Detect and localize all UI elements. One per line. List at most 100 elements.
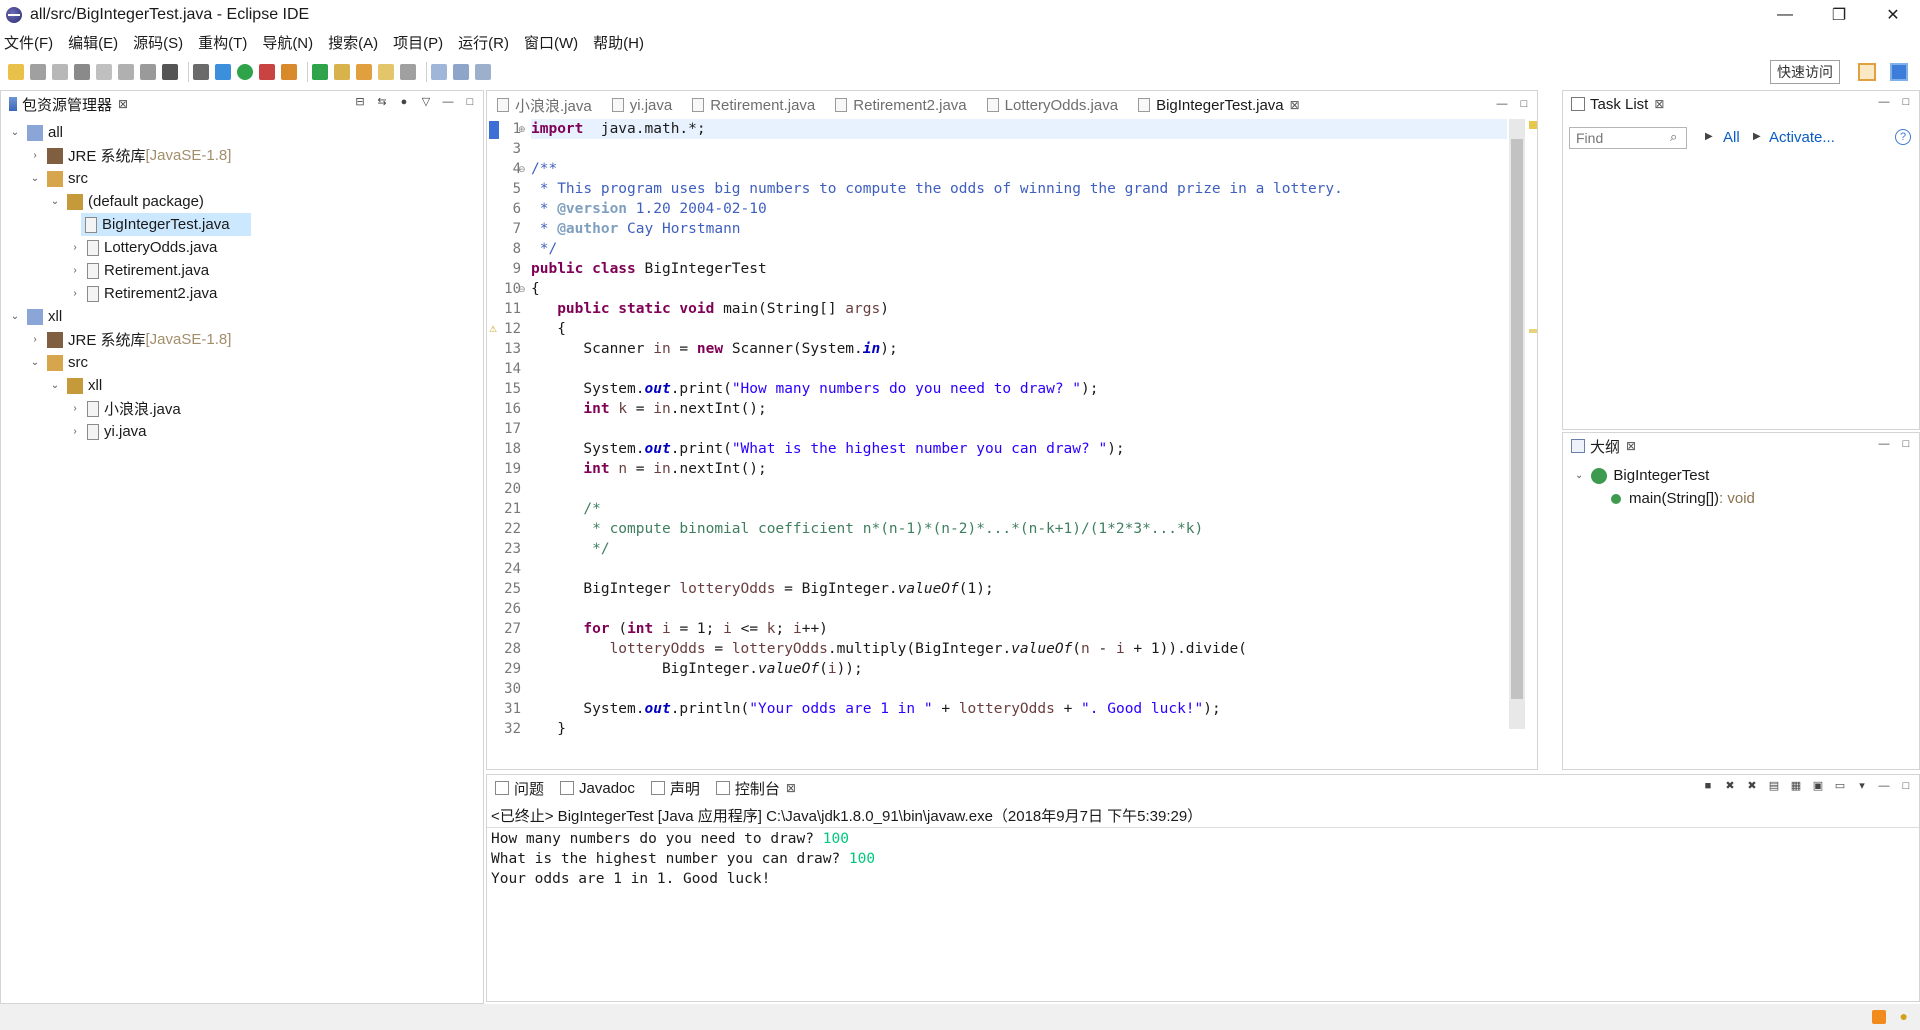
chevron-right-icon[interactable]: › [69,265,81,276]
tree-item[interactable]: › 小浪浪.java [5,397,483,420]
new-package-icon[interactable] [334,64,350,80]
editor-tab[interactable]: yi.java [602,91,683,119]
close-button[interactable]: ✕ [1866,0,1920,30]
tree-item[interactable]: ⌄ src [5,351,483,374]
code-line[interactable] [531,679,1507,699]
minimize-view-icon[interactable]: — [1877,437,1891,451]
fold-collapse-icon[interactable]: ⊖ [518,284,526,295]
tab-package-explorer[interactable]: 包资源管理器 ⊠ [1,91,136,117]
restore-button[interactable]: ❐ [1812,0,1866,30]
display-console-icon[interactable]: ▭ [1833,779,1847,793]
tree-item[interactable]: › yi.java [5,420,483,443]
view-menu-icon[interactable]: ▽ [419,95,433,109]
activate-link[interactable]: Activate... [1769,129,1835,146]
close-icon[interactable]: ⊠ [118,97,128,111]
new-icon[interactable] [8,64,24,80]
coverage-icon[interactable] [259,64,275,80]
code-line[interactable]: System.out.print("How many numbers do yo… [531,379,1507,399]
annotation-icon[interactable] [431,64,447,80]
run-icon[interactable] [237,64,253,80]
maximize-view-icon[interactable]: □ [463,95,477,109]
fold-expand-icon[interactable]: ⊕ [518,124,526,135]
editor-tab[interactable]: 小浪浪.java [487,91,602,119]
properties-icon[interactable] [74,64,90,80]
code-line[interactable] [531,599,1507,619]
code-line[interactable]: import java.math.*; [531,119,1507,139]
code-line[interactable]: */ [531,539,1507,559]
close-icon[interactable]: ⊠ [1626,439,1636,453]
tab-console[interactable]: 控制台 ⊠ [707,775,804,801]
menu-item[interactable]: 搜索(A) [328,32,378,53]
tree-item[interactable]: ⌄ xll [5,374,483,397]
menu-item[interactable]: 帮助(H) [593,32,644,53]
debug-icon[interactable] [215,64,231,80]
all-link[interactable]: All [1723,129,1740,146]
chevron-down-icon[interactable]: ⌄ [49,196,61,207]
profile-icon[interactable] [162,64,178,80]
save-all-icon[interactable] [52,64,68,80]
code-line[interactable]: System.out.print("What is the highest nu… [531,439,1507,459]
menu-item[interactable]: 导航(N) [262,32,313,53]
code-line[interactable]: * compute binomial coefficient n*(n-1)*(… [531,519,1507,539]
console-output[interactable]: How many numbers do you need to draw? 10… [491,829,1889,889]
tip-bulb-icon[interactable]: ● [1900,1008,1908,1024]
minimize-view-icon[interactable]: — [1877,779,1891,793]
menu-item[interactable]: 运行(R) [458,32,509,53]
chevron-right-icon[interactable]: › [29,334,41,345]
code-line[interactable]: } [531,719,1507,739]
chevron-right-icon[interactable]: › [69,426,81,437]
collapse-all-icon[interactable]: ⊟ [353,95,367,109]
outline-class-row[interactable]: ⌄ BigIntegerTest [1575,467,1709,484]
menu-item[interactable]: 文件(F) [4,32,53,53]
chevron-down-icon[interactable]: ⌄ [49,380,61,391]
minimize-button[interactable]: — [1758,0,1812,30]
tree-item[interactable]: › LotteryOdds.java [5,236,483,259]
tree-item[interactable]: › Retirement2.java [5,282,483,305]
tree-item[interactable]: BigIntegerTest.java [81,213,251,236]
quick-access-field[interactable]: 快速访问 [1770,60,1840,84]
tree-item[interactable]: ⌄ src [5,167,483,190]
open-console-icon[interactable]: ▾ [1855,779,1869,793]
code-line[interactable]: BigInteger.valueOf(i)); [531,659,1507,679]
maximize-view-icon[interactable]: □ [1899,437,1913,451]
editor-tab[interactable]: LotteryOdds.java [977,91,1128,119]
code-line[interactable]: System.out.println("Your odds are 1 in "… [531,699,1507,719]
open-perspective-icon[interactable] [1858,63,1876,81]
code-line[interactable]: public class BigIntegerTest [531,259,1507,279]
code-line[interactable] [531,139,1507,159]
code-line[interactable] [531,419,1507,439]
code-line[interactable]: * @author Cay Horstmann [531,219,1507,239]
tree-item[interactable]: ⌄ (default package) [5,190,483,213]
remove-all-icon[interactable]: ✖ [1745,779,1759,793]
menu-item[interactable]: 重构(T) [198,32,247,53]
pin-console-icon[interactable]: ▣ [1811,779,1825,793]
outline-method-row[interactable]: main(String[]) : void [1611,490,1755,507]
chevron-right-icon[interactable]: › [69,242,81,253]
chevron-right-icon[interactable]: › [69,403,81,414]
tree-item[interactable]: ⌄ xll [5,305,483,328]
fold-collapse-icon[interactable]: ⊖ [518,164,526,175]
rss-feed-icon[interactable] [1872,1010,1886,1024]
code-line[interactable]: { [531,279,1507,299]
tab-outline[interactable]: 大纲 ⊠ [1563,433,1644,459]
code-editor[interactable]: 1 3 4 5 6 7 8 9 10 11 12 13 14 15 16 17 18 19 20 21 22 23 24 25… [487,119,1537,769]
chevron-down-icon[interactable]: ⌄ [9,127,21,138]
code-line[interactable] [531,359,1507,379]
code-line[interactable]: Scanner in = new Scanner(System.in); [531,339,1507,359]
close-icon[interactable]: ⊠ [1654,97,1664,111]
tree-item[interactable]: › JRE 系统库 [JavaSE-1.8] [5,144,483,167]
code-line[interactable]: public static void main(String[] args) [531,299,1507,319]
skip-breakpoints-icon[interactable] [193,64,209,80]
minimize-editor-icon[interactable]: — [1495,97,1509,111]
code-line[interactable]: for (int i = 1; i <= k; i++) [531,619,1507,639]
code-line[interactable]: */ [531,239,1507,259]
tab-problems[interactable]: 问题 [487,775,552,801]
toggle-icon[interactable] [96,64,112,80]
chevron-down-icon[interactable]: ⌄ [29,173,41,184]
editor-scroll-thumb[interactable] [1511,139,1523,699]
editor-tab[interactable]: BigIntegerTest.java ⊠ [1128,91,1310,119]
chevron-right-icon[interactable]: › [29,150,41,161]
link-with-editor-icon[interactable]: ⇆ [375,95,389,109]
remove-launch-icon[interactable]: ✖ [1723,779,1737,793]
editor-tab[interactable]: Retirement.java [682,91,825,119]
